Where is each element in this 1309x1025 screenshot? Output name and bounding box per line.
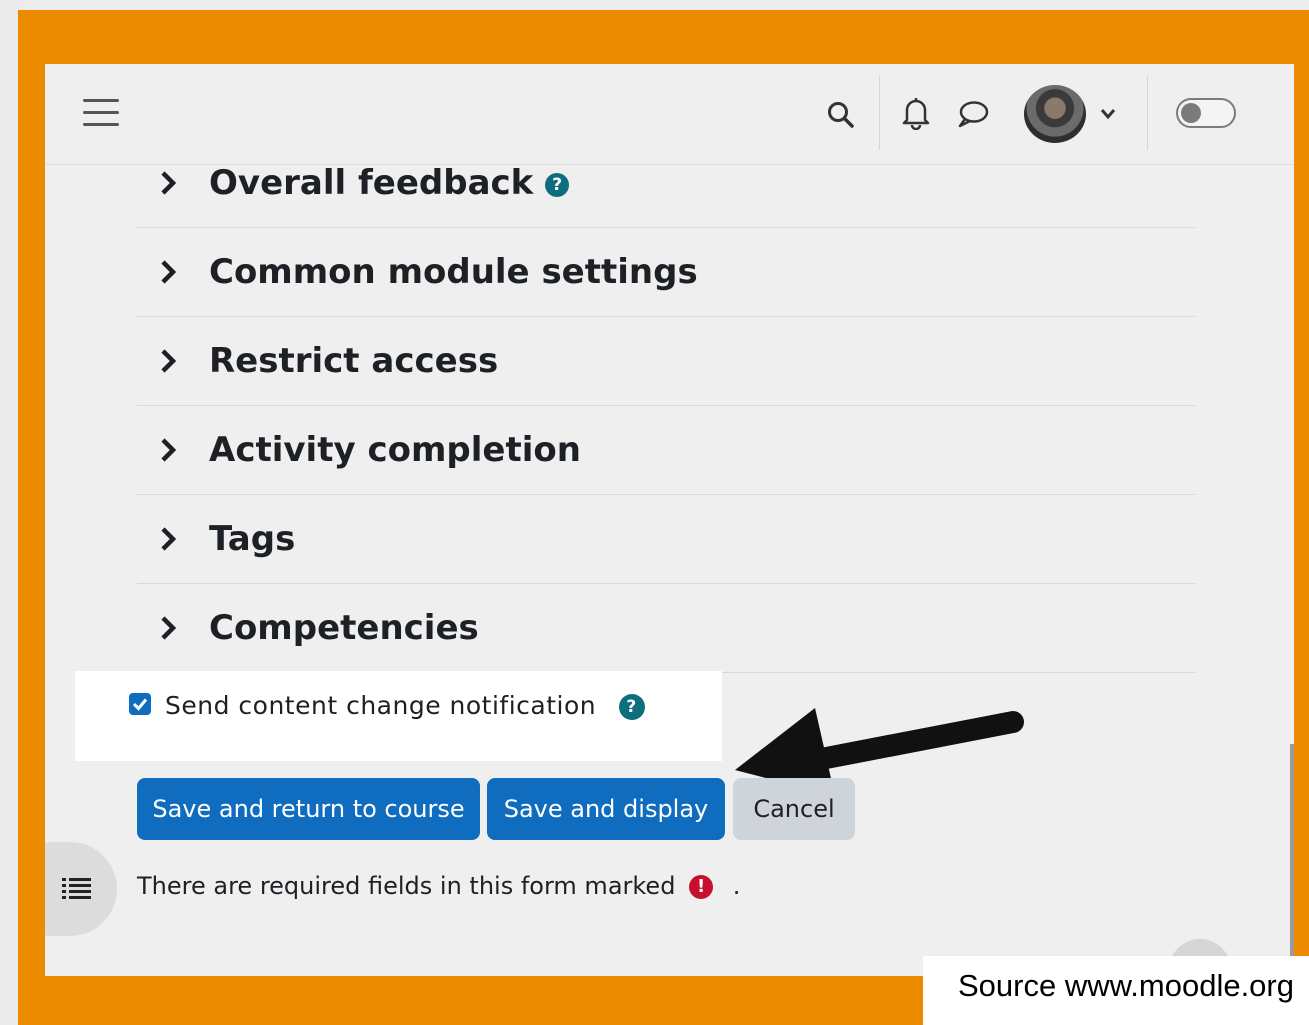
chevron-right-icon (161, 349, 177, 373)
menu-icon[interactable] (83, 99, 119, 127)
notification-label: Send content change notification ? (165, 691, 645, 720)
section-title: Overall feedback ? (209, 163, 570, 203)
bell-icon[interactable] (901, 96, 931, 130)
section-common-module-settings[interactable]: Common module settings (137, 228, 1195, 317)
chevron-right-icon (161, 527, 177, 551)
section-title: Restrict access (209, 341, 499, 381)
edit-mode-toggle[interactable] (1176, 98, 1236, 128)
help-icon[interactable]: ? (618, 694, 645, 720)
background-left (0, 0, 18, 1025)
section-title: Competencies (209, 608, 479, 648)
chevron-right-icon (161, 616, 177, 640)
chevron-down-icon[interactable] (1100, 107, 1116, 121)
moodle-screen: Overall feedback ? Common module setting… (45, 64, 1294, 976)
list-icon (62, 878, 91, 899)
section-tags[interactable]: Tags (137, 495, 1195, 584)
help-icon[interactable]: ? (545, 172, 570, 197)
chat-icon[interactable] (956, 98, 990, 130)
section-activity-completion[interactable]: Activity completion (137, 406, 1195, 495)
section-title: Common module settings (209, 252, 698, 292)
scrollbar[interactable] (1290, 744, 1294, 974)
course-index-button[interactable] (45, 842, 117, 936)
section-title: Tags (209, 519, 296, 559)
cancel-button[interactable]: Cancel (733, 778, 855, 840)
required-icon: ! (689, 875, 714, 899)
chevron-right-icon (161, 171, 177, 195)
chevron-right-icon (161, 438, 177, 462)
background-top (0, 0, 1309, 10)
section-competencies[interactable]: Competencies (137, 584, 1195, 673)
save-and-return-button[interactable]: Save and return to course (137, 778, 480, 840)
save-and-display-button[interactable]: Save and display (487, 778, 725, 840)
avatar[interactable] (1024, 85, 1086, 143)
search-icon[interactable] (826, 100, 856, 130)
section-title: Activity completion (209, 430, 581, 470)
required-fields-note: There are required fields in this form m… (137, 872, 741, 900)
section-overall-feedback[interactable]: Overall feedback ? (137, 139, 1195, 228)
checkmark-icon (132, 698, 148, 711)
section-restrict-access[interactable]: Restrict access (137, 317, 1195, 406)
notification-setting: Send content change notification ? (75, 671, 722, 761)
notification-checkbox[interactable] (129, 693, 151, 715)
chevron-right-icon (161, 260, 177, 284)
source-caption: Source www.moodle.org (923, 956, 1309, 1025)
